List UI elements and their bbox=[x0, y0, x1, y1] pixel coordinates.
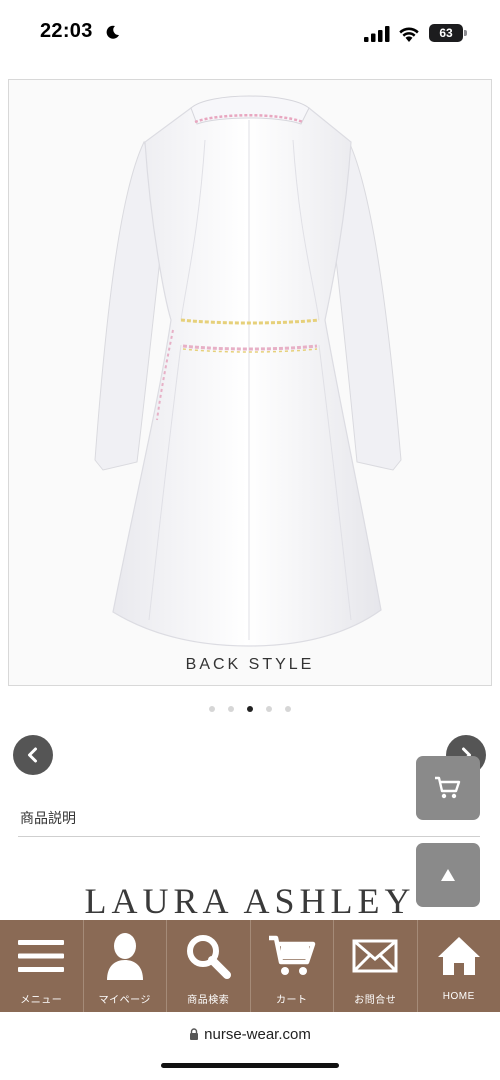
menu-icon bbox=[18, 940, 65, 972]
nav-icon-wrap bbox=[267, 931, 317, 981]
nav-label: HOME bbox=[442, 991, 475, 1002]
status-time: 22:03 bbox=[40, 20, 93, 42]
battery-indicator: 63 bbox=[429, 24, 463, 42]
bottom-nav: メニュー マイページ 商品検索 カート お問合せ HOME bbox=[0, 920, 500, 1012]
nav-label: 商品検索 bbox=[187, 995, 230, 1006]
nav-label: マイページ bbox=[98, 995, 151, 1006]
nav-label: カート bbox=[276, 995, 308, 1006]
carousel-dot[interactable] bbox=[209, 706, 215, 712]
nav-label: お問合せ bbox=[354, 995, 397, 1006]
nav-mypage[interactable]: マイページ bbox=[84, 920, 167, 1012]
battery-level: 63 bbox=[439, 26, 453, 40]
product-image[interactable]: BACK STYLE bbox=[8, 79, 492, 686]
floating-cart-button[interactable] bbox=[416, 756, 480, 820]
lock-icon bbox=[190, 1028, 199, 1040]
nav-icon-wrap bbox=[183, 931, 233, 981]
carousel-dot-active[interactable] bbox=[247, 706, 253, 712]
carousel-dot[interactable] bbox=[228, 706, 234, 712]
nav-search[interactable]: 商品検索 bbox=[167, 920, 251, 1012]
scroll-to-top-button[interactable] bbox=[416, 843, 480, 907]
wifi-icon bbox=[399, 27, 419, 42]
chevron-left-icon bbox=[28, 747, 37, 763]
image-caption: BACK STYLE bbox=[185, 656, 315, 673]
carousel-dot[interactable] bbox=[266, 706, 272, 712]
nav-contact[interactable]: お問合せ bbox=[334, 920, 418, 1012]
nav-icon-wrap bbox=[16, 931, 66, 981]
url-text: nurse-wear.com bbox=[204, 1026, 311, 1043]
nav-icon-wrap bbox=[350, 931, 400, 981]
nav-icon-wrap bbox=[434, 931, 484, 981]
status-bar: 22:03 63 bbox=[0, 0, 500, 66]
nav-home[interactable]: HOME bbox=[418, 920, 500, 1012]
moon-icon bbox=[106, 25, 119, 39]
section-title: 商品説明 bbox=[20, 810, 76, 826]
carousel-dot[interactable] bbox=[285, 706, 291, 712]
nav-label: メニュー bbox=[20, 995, 63, 1006]
home-icon bbox=[437, 937, 480, 975]
home-indicator[interactable] bbox=[161, 1063, 339, 1068]
cart-icon bbox=[435, 776, 461, 799]
cart-icon bbox=[268, 935, 315, 975]
triangle-up-icon bbox=[441, 869, 455, 881]
nav-cart[interactable]: カート bbox=[251, 920, 334, 1012]
battery-cap bbox=[464, 30, 467, 36]
mail-icon bbox=[352, 939, 398, 973]
nav-menu[interactable]: メニュー bbox=[0, 920, 84, 1012]
search-icon bbox=[187, 935, 232, 979]
divider bbox=[18, 836, 480, 837]
user-icon bbox=[106, 933, 143, 980]
carousel-dots bbox=[0, 706, 500, 712]
browser-url-bar[interactable]: nurse-wear.com bbox=[0, 1026, 500, 1043]
coat-back-illustration bbox=[94, 95, 402, 647]
signal-icon bbox=[364, 26, 390, 42]
prev-image-button[interactable] bbox=[13, 735, 53, 775]
nav-icon-wrap bbox=[100, 931, 150, 981]
